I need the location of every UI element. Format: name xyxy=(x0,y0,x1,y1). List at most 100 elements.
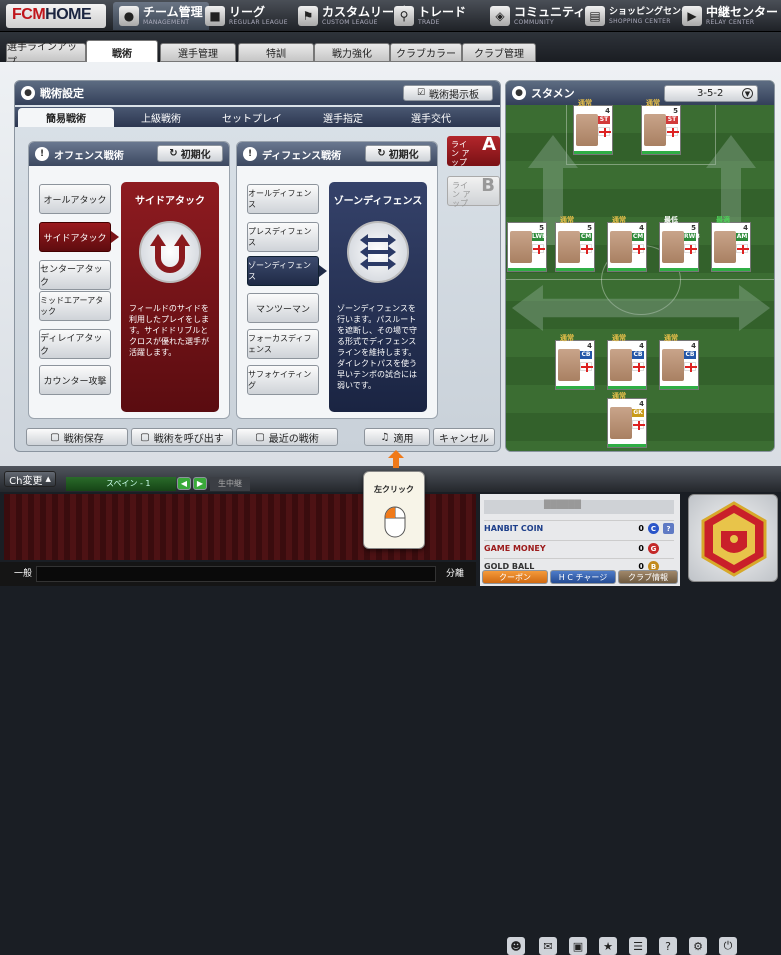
help-icon[interactable]: ? xyxy=(663,523,674,534)
coupon-button[interactable]: クーポン xyxy=(482,570,548,584)
load-tactics-button[interactable]: ▢ 戦術を呼び出す xyxy=(131,428,233,446)
recent-tactics-button[interactable]: ▢ 最近の戦術 xyxy=(236,428,338,446)
offense-reset-button[interactable]: ↻ 初期化 xyxy=(157,145,223,162)
defense-option-zone-defense[interactable]: ゾーンディフェンス xyxy=(247,256,319,286)
player-card[interactable]: 通常 4 GK xyxy=(607,392,647,448)
hanbit-coin-label: HANBIT COIN xyxy=(484,524,544,533)
channel-prev-button[interactable]: ◀ xyxy=(177,477,191,490)
tab-simple-tactics[interactable]: 簡易戦術 xyxy=(18,108,114,127)
tab-strengthen[interactable]: 戦力強化 xyxy=(314,43,390,62)
chat-separate-button[interactable]: 分離 xyxy=(446,566,464,579)
england-flag-icon xyxy=(666,127,679,137)
tab-training[interactable]: 特訓 xyxy=(238,43,314,62)
game-money-value: 0 xyxy=(638,544,644,553)
offense-option-all-attack[interactable]: オールアタック xyxy=(39,184,111,214)
offense-option-delay-attack[interactable]: ディレイアタック xyxy=(39,329,111,359)
save-tactics-button[interactable]: ▢ 戦術保存 xyxy=(26,428,128,446)
fcm-home-logo[interactable]: FCMHOME xyxy=(6,4,106,28)
mail-icon[interactable]: ✉ xyxy=(539,937,557,955)
nav-relay-center[interactable]: ▶ 中継センター RELAY CENTER xyxy=(682,2,778,30)
player-number: 4 xyxy=(691,342,696,350)
tab-substitution[interactable]: 選手交代 xyxy=(386,109,476,125)
defense-option-suffocating[interactable]: サフォケイティング xyxy=(247,365,319,395)
position-badge: CB xyxy=(580,351,592,359)
trophy-icon[interactable]: ★ xyxy=(599,937,617,955)
stamina-bar xyxy=(608,386,646,389)
tooltip-text: 左クリック xyxy=(374,485,414,494)
club-crest[interactable] xyxy=(688,494,778,582)
england-flag-icon xyxy=(632,244,645,254)
tab-player-management[interactable]: 選手管理 xyxy=(160,43,236,62)
chat-input-bar: 一般 分離 xyxy=(0,562,476,586)
chat-mode-label[interactable]: 一般 xyxy=(14,566,32,579)
tab-player-designation[interactable]: 選手指定 xyxy=(298,109,388,125)
tab-player-lineup[interactable]: 選手ラインアップ xyxy=(6,42,86,68)
player-card[interactable]: 通常 5 ST xyxy=(641,99,681,155)
player-card[interactable]: 通常 4 ST xyxy=(573,99,613,155)
lineup-a-button[interactable]: ライン アップ A xyxy=(447,136,500,167)
player-photo xyxy=(576,114,598,146)
nav-regular-league[interactable]: ■ リーグ REGULAR LEAGUE xyxy=(205,2,288,30)
defense-option-focus-defense[interactable]: フォーカスディフェンス xyxy=(247,329,319,359)
selected-arrow xyxy=(319,265,327,277)
offense-option-center-attack[interactable]: センターアタック xyxy=(39,260,111,290)
position-badge: CM xyxy=(632,233,644,241)
gear-icon[interactable]: ⚙ xyxy=(689,937,707,955)
player-card[interactable]: 最適 4 AM xyxy=(711,216,751,272)
tab-club-management[interactable]: クラブ管理 xyxy=(462,43,536,62)
player-card[interactable]: 通常 4 CB xyxy=(555,334,595,390)
power-icon[interactable]: ⏻ xyxy=(719,937,737,955)
defense-option-press-defense[interactable]: プレスディフェンス xyxy=(247,222,319,252)
player-card[interactable]: 通常 4 CB xyxy=(659,334,699,390)
offense-option-side-attack[interactable]: サイドアタック xyxy=(39,222,111,252)
channel-change-button[interactable]: Ch変更 ▲ xyxy=(4,471,56,487)
channel-next-button[interactable]: ▶ xyxy=(193,477,207,490)
stamina-bar xyxy=(574,151,612,154)
player-card[interactable]: 5 LWB xyxy=(507,222,547,272)
channel-name: スペイン - 1 xyxy=(66,477,176,491)
apply-button[interactable]: ♫ 適用 xyxy=(364,428,430,446)
player-card[interactable]: 通常 5 CM xyxy=(555,216,595,272)
defense-option-all-defense[interactable]: オールディフェンス xyxy=(247,184,319,214)
position-badge: CB xyxy=(684,351,696,359)
player-photo xyxy=(714,231,736,263)
defense-reset-button[interactable]: ↻ 初期化 xyxy=(365,145,431,162)
profile-icon[interactable]: ☻ xyxy=(507,937,525,955)
condition-tag: 通常 xyxy=(612,334,626,342)
cancel-button[interactable]: キャンセル xyxy=(433,428,495,446)
player-number: 4 xyxy=(639,400,644,408)
player-card[interactable]: 通常 4 CB xyxy=(607,334,647,390)
chat-input[interactable] xyxy=(36,566,436,582)
tab-set-play[interactable]: セットプレイ xyxy=(206,109,298,125)
apply-label: 適用 xyxy=(393,433,414,445)
defense-option-man-to-man[interactable]: マンツーマン xyxy=(247,293,319,323)
nav-management[interactable]: ● チーム管理 MANAGEMENT xyxy=(113,2,209,30)
offense-option-mid-air-attack[interactable]: ミッドエアーアタック xyxy=(39,291,111,321)
nav-community[interactable]: ◈ コミュニティ COMMUNITY xyxy=(490,2,585,30)
hanbit-coin-row: HANBIT COIN 0 C ? xyxy=(484,520,674,536)
live-tab[interactable]: 生中継 xyxy=(210,477,250,491)
player-card[interactable]: 最低 5 RWB xyxy=(659,216,700,272)
position-badge: RWB xyxy=(684,233,700,241)
offense-option-counter-attack[interactable]: カウンター攻撃 xyxy=(39,365,111,395)
club-info-button[interactable]: クラブ情報 xyxy=(618,570,678,584)
formation-dropdown[interactable]: 3-5-2 ▼ xyxy=(664,85,758,102)
help-icon[interactable]: ? xyxy=(659,937,677,955)
chat-icon[interactable]: ☰ xyxy=(629,937,647,955)
game-money-label: GAME MONEY xyxy=(484,544,546,553)
position-badge: CM xyxy=(580,233,592,241)
offense-title: オフェンス戦術 xyxy=(54,150,124,162)
tab-advanced-tactics[interactable]: 上級戦術 xyxy=(118,109,204,125)
hc-charge-button[interactable]: H C チャージ xyxy=(550,570,616,584)
network-icon[interactable]: ▣ xyxy=(569,937,587,955)
tab-tactics[interactable]: 戦術 xyxy=(86,40,158,64)
lineup-b-button[interactable]: ライン アップ B xyxy=(447,176,500,208)
tactics-board-button[interactable]: ☑ 戦術掲示板 xyxy=(403,85,493,101)
tab-club-color[interactable]: クラブカラー xyxy=(390,43,462,62)
position-badge: ST xyxy=(598,116,610,124)
league-icon: ■ xyxy=(205,6,225,26)
nav-trade[interactable]: ⚲ トレード TRADE xyxy=(394,2,466,30)
player-card[interactable]: 通常 4 CM xyxy=(607,216,647,272)
nav-custom-league[interactable]: ⚑ カスタムリーグ CUSTOM LEAGUE xyxy=(298,2,406,30)
recent-tactics-label: 最近の戦術 xyxy=(268,433,319,445)
